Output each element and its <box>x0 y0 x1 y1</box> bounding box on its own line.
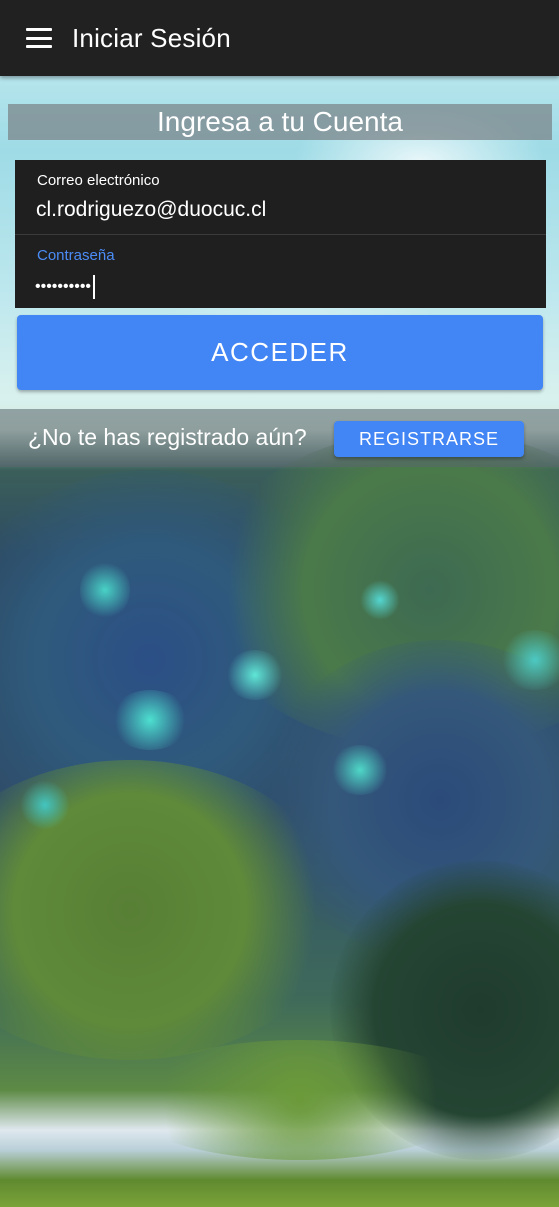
register-question: ¿No te has registrado aún? <box>28 424 307 450</box>
page-title: Iniciar Sesión <box>72 22 231 53</box>
email-input[interactable]: cl.rodriguezo@duocuc.cl <box>36 198 266 222</box>
register-button[interactable]: REGISTRARSE <box>334 421 524 457</box>
hamburger-menu-icon[interactable] <box>26 28 52 48</box>
register-prompt: ¿No te has registrado aún? REGISTRARSE <box>0 409 559 467</box>
login-heading: Ingresa a tu Cuenta <box>8 104 552 140</box>
password-input[interactable]: •••••••••• <box>35 275 96 299</box>
background-shape <box>110 690 190 750</box>
background-shape <box>80 560 130 620</box>
password-field-label: Contraseña <box>37 247 115 264</box>
menu-icon-line <box>26 28 52 31</box>
email-field[interactable]: Correo electrónico cl.rodriguezo@duocuc.… <box>15 160 546 235</box>
background-shape <box>120 1040 480 1160</box>
background-shape <box>330 745 390 795</box>
login-form: Correo electrónico cl.rodriguezo@duocuc.… <box>15 160 546 308</box>
password-field[interactable]: Contraseña •••••••••• <box>15 235 546 309</box>
email-field-label: Correo electrónico <box>37 172 160 189</box>
password-masked-value: •••••••••• <box>35 278 92 295</box>
menu-icon-line <box>26 45 52 48</box>
background-shape <box>20 780 70 830</box>
text-cursor <box>93 275 96 299</box>
submit-button[interactable]: ACCEDER <box>17 315 543 390</box>
menu-icon-line <box>26 36 52 40</box>
app-bar: Iniciar Sesión <box>0 0 559 76</box>
background-shape <box>360 580 400 620</box>
background-shape <box>225 650 285 700</box>
